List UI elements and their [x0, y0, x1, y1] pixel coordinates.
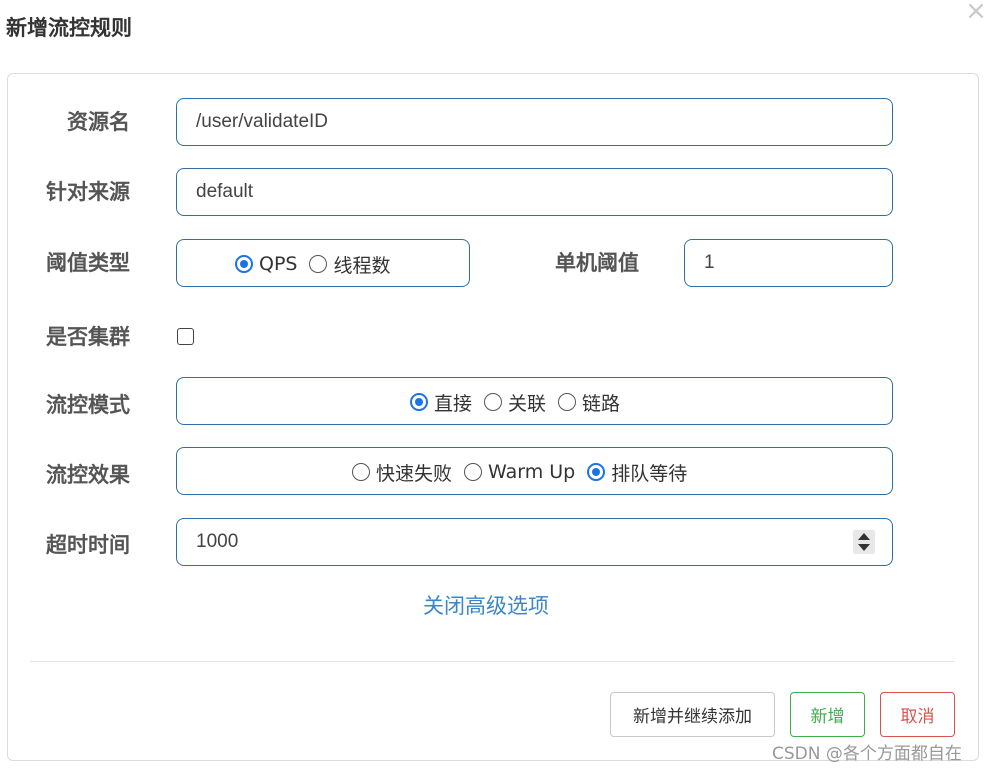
add-and-continue-button[interactable]: 新增并继续添加	[610, 692, 775, 737]
threshold-type-qps-label: QPS	[259, 253, 298, 275]
flow-effect-warm-up-label: Warm Up	[488, 461, 576, 483]
flow-effect-fast-fail-radio[interactable]: 快速失败	[352, 459, 452, 486]
dialog-title: 新增流控规则	[6, 16, 132, 40]
limit-app-label: 针对来源	[46, 180, 130, 204]
timeout-field	[176, 518, 893, 566]
cancel-button[interactable]: 取消	[880, 692, 955, 737]
threshold-type-thread-label: 线程数	[333, 254, 391, 277]
cluster-label: 是否集群	[46, 325, 130, 349]
flow-effect-warm-up-radio[interactable]: Warm Up	[464, 461, 575, 483]
close-icon[interactable]: ×	[963, 0, 989, 26]
single-threshold-label: 单机阈值	[555, 251, 639, 275]
flow-mode-relate-label: 关联	[508, 392, 547, 415]
number-spinner[interactable]	[853, 530, 875, 554]
flow-mode-group: 直接 关联 链路	[176, 377, 893, 425]
threshold-type-thread-radio[interactable]: 线程数	[309, 251, 391, 278]
flow-effect-fast-fail-label: 快速失败	[376, 462, 453, 485]
watermark: CSDN @各个方面都自在	[772, 744, 962, 764]
timeout-label: 超时时间	[46, 533, 130, 557]
flow-mode-label: 流控模式	[46, 393, 130, 417]
cluster-checkbox[interactable]	[177, 328, 194, 345]
radio-unchecked-icon	[484, 393, 503, 411]
flow-effect-queue-label: 排队等待	[611, 462, 688, 485]
footer-divider	[30, 661, 955, 662]
timeout-input[interactable]	[176, 518, 893, 566]
radio-checked-icon	[410, 393, 428, 411]
threshold-type-qps-radio[interactable]: QPS	[235, 253, 297, 275]
radio-unchecked-icon	[352, 463, 370, 481]
threshold-type-label: 阈值类型	[46, 251, 130, 275]
threshold-type-group: QPS 线程数	[176, 239, 470, 287]
radio-checked-icon	[587, 463, 606, 481]
radio-unchecked-icon	[558, 393, 577, 411]
flow-mode-relate-radio[interactable]: 关联	[484, 389, 546, 416]
radio-unchecked-icon	[464, 463, 483, 481]
radio-unchecked-icon	[309, 255, 328, 273]
single-threshold-input[interactable]	[684, 239, 893, 287]
spinner-down-icon[interactable]	[858, 544, 870, 551]
flow-mode-chain-radio[interactable]: 链路	[558, 389, 620, 416]
flow-effect-label: 流控效果	[46, 463, 130, 487]
flow-effect-group: 快速失败 Warm Up 排队等待	[176, 447, 893, 495]
add-button[interactable]: 新增	[790, 692, 865, 737]
limit-app-input[interactable]	[176, 168, 893, 216]
radio-checked-icon	[235, 255, 253, 273]
resource-name-input[interactable]	[176, 98, 893, 146]
spinner-up-icon[interactable]	[858, 533, 870, 540]
flow-effect-queue-radio[interactable]: 排队等待	[587, 459, 687, 486]
flow-mode-direct-label: 直接	[434, 392, 473, 415]
flow-mode-direct-radio[interactable]: 直接	[410, 389, 472, 416]
resource-name-label: 资源名	[67, 110, 130, 134]
close-advanced-options-link[interactable]: 关闭高级选项	[423, 590, 549, 620]
flow-mode-chain-label: 链路	[582, 392, 621, 415]
